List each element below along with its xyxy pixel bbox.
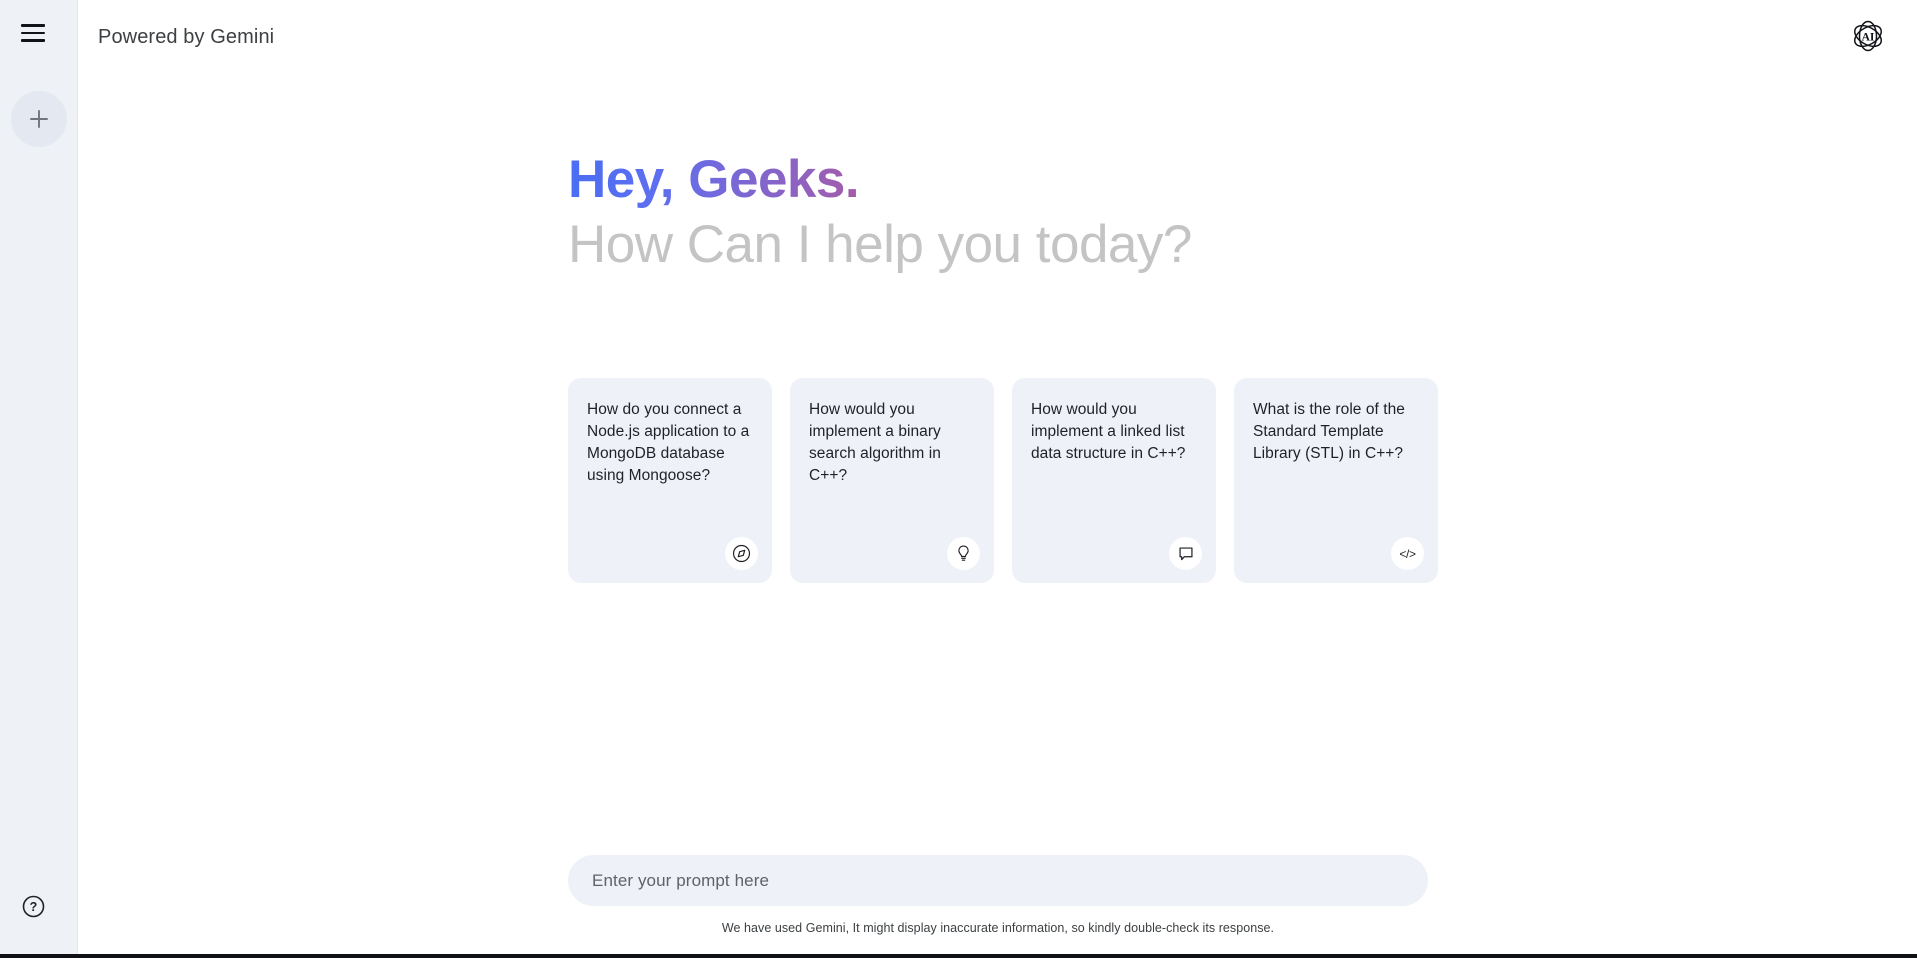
suggestion-card-text: How would you implement a binary search … [809,401,941,484]
hamburger-line [21,31,45,35]
suggestion-card-text: How do you connect a Node.js application… [587,401,750,484]
code-icon: </> [1391,537,1424,570]
main-content: Powered by Gemini AI Hey, Geeks. How Can… [78,0,1917,958]
top-bar: Powered by Gemini AI [78,0,1917,80]
svg-text:AI: AI [1862,32,1875,44]
suggestion-card[interactable]: What is the role of the Standard Templat… [1234,378,1438,583]
sidebar: ? [0,0,78,958]
question-mark-help-icon: ? [22,895,45,918]
app-root: ? Powered by Gemini AI Hey, Geeks. How C… [0,0,1917,958]
hamburger-line [21,24,45,27]
bottom-bar [0,954,1917,958]
suggestion-card[interactable]: How do you connect a Node.js application… [568,378,772,583]
disclaimer-text: We have used Gemini, It might display in… [721,921,1275,935]
suggestion-card-text: How would you implement a linked list da… [1031,401,1186,462]
suggestion-card[interactable]: How would you implement a linked list da… [1012,378,1216,583]
brand-label: Powered by Gemini [98,26,275,48]
suggestion-card-text: What is the role of the Standard Templat… [1253,401,1405,462]
chat-bubble-icon [1169,537,1202,570]
ai-atom-logo-icon[interactable]: AI [1846,14,1890,58]
help-button[interactable]: ? [20,893,47,920]
suggestion-card[interactable]: How would you implement a binary search … [790,378,994,583]
greeting-headline: Hey, Geeks. [568,150,1192,209]
hamburger-line [21,39,45,42]
code-icon-glyph: </> [1399,546,1416,561]
prompt-box[interactable] [568,855,1428,906]
prompt-area: We have used Gemini, It might display in… [568,855,1428,935]
suggestion-card-list: How do you connect a Node.js application… [568,378,1438,583]
plus-icon [30,110,48,128]
prompt-input[interactable] [592,870,1404,891]
greeting-subtitle: How Can I help you today? [568,215,1192,275]
greeting-block: Hey, Geeks. How Can I help you today? [568,150,1192,275]
new-chat-button[interactable] [11,91,67,147]
hamburger-menu-icon[interactable] [21,21,55,45]
lightbulb-icon [947,537,980,570]
svg-text:?: ? [30,900,38,914]
compass-icon [725,537,758,570]
